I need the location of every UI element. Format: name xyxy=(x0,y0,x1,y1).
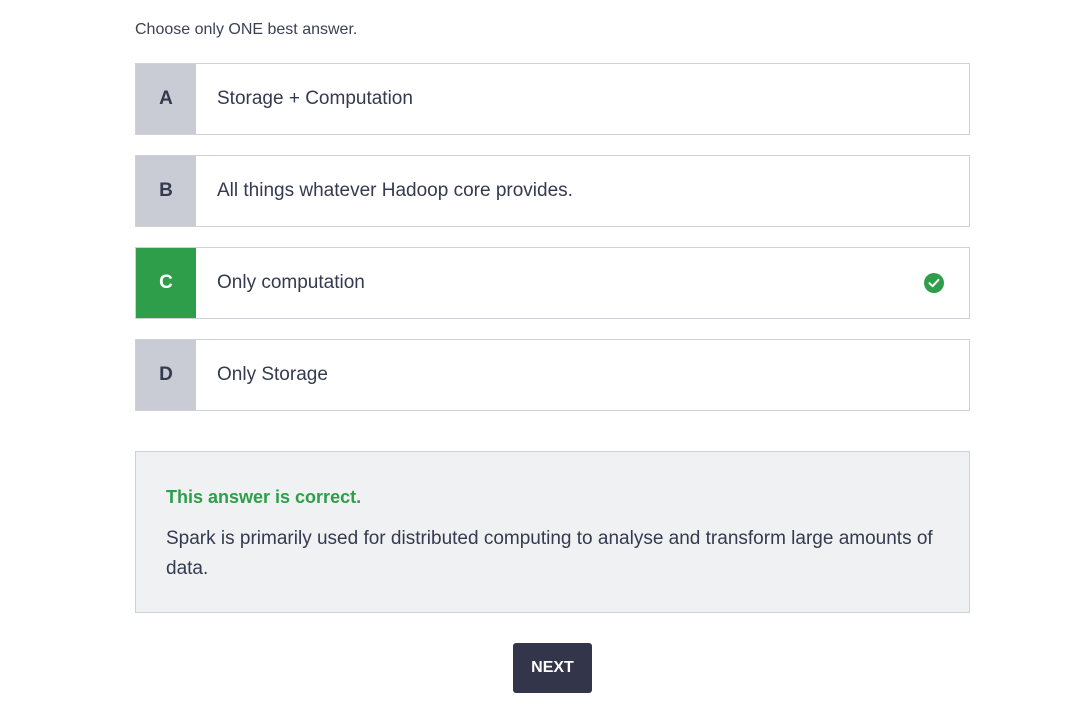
quiz-question: Choose only ONE best answer. A Storage +… xyxy=(0,0,1082,705)
option-text: Only Storage xyxy=(217,364,328,385)
option-letter: A xyxy=(136,64,196,134)
option-letter: D xyxy=(136,340,196,410)
answer-option-a[interactable]: A Storage + Computation xyxy=(135,63,970,135)
option-text: Only computation xyxy=(217,272,365,293)
check-circle-icon xyxy=(924,273,944,293)
answer-feedback-panel: This answer is correct. Spark is primari… xyxy=(135,451,970,613)
option-text: All things whatever Hadoop core provides… xyxy=(217,180,573,201)
feedback-title: This answer is correct. xyxy=(166,487,362,507)
option-letter: B xyxy=(136,156,196,226)
answer-option-c[interactable]: C Only computation xyxy=(135,247,970,319)
option-text: Storage + Computation xyxy=(217,88,413,109)
answer-option-d[interactable]: D Only Storage xyxy=(135,339,970,411)
option-letter: C xyxy=(136,248,196,318)
instruction-text: Choose only ONE best answer. xyxy=(135,21,358,38)
next-button[interactable]: NEXT xyxy=(513,643,592,693)
answer-option-b[interactable]: B All things whatever Hadoop core provid… xyxy=(135,155,970,227)
feedback-explanation: Spark is primarily used for distributed … xyxy=(166,528,933,579)
